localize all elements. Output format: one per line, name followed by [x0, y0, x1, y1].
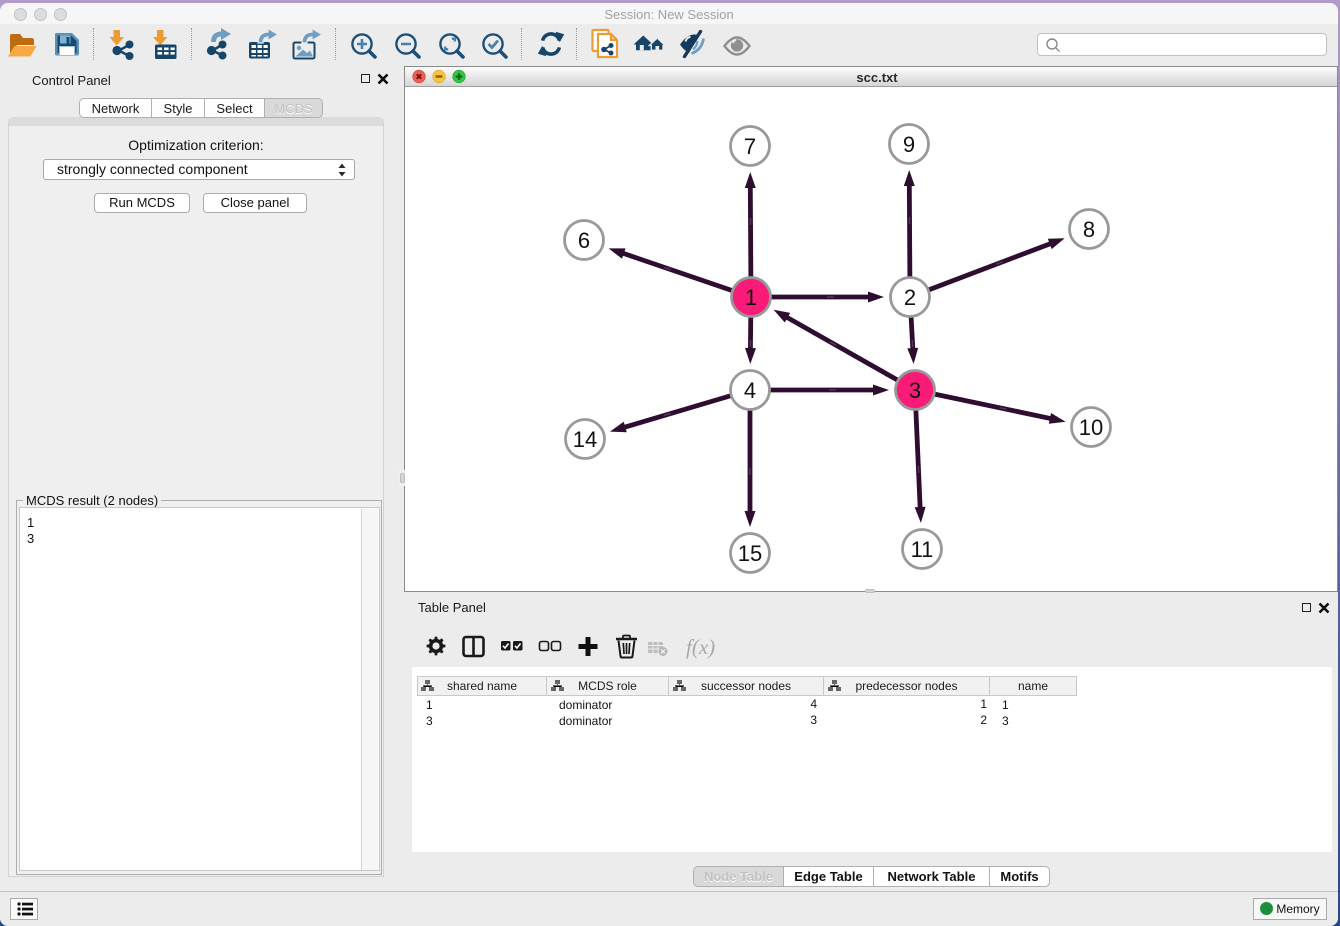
- svg-text:4: 4: [744, 378, 756, 403]
- svg-text:8: 8: [1083, 217, 1095, 242]
- svg-text:f(x): f(x): [686, 635, 715, 659]
- svg-text:6: 6: [578, 228, 590, 253]
- svg-text:11: 11: [911, 537, 934, 562]
- svg-text:14: 14: [573, 427, 597, 452]
- svg-text:3: 3: [909, 378, 921, 403]
- svg-text:2: 2: [904, 285, 916, 310]
- svg-text:1: 1: [745, 285, 757, 310]
- svg-text:10: 10: [1079, 415, 1103, 440]
- svg-text:7: 7: [744, 134, 756, 159]
- svg-text:9: 9: [903, 132, 915, 157]
- svg-text:15: 15: [738, 541, 762, 566]
